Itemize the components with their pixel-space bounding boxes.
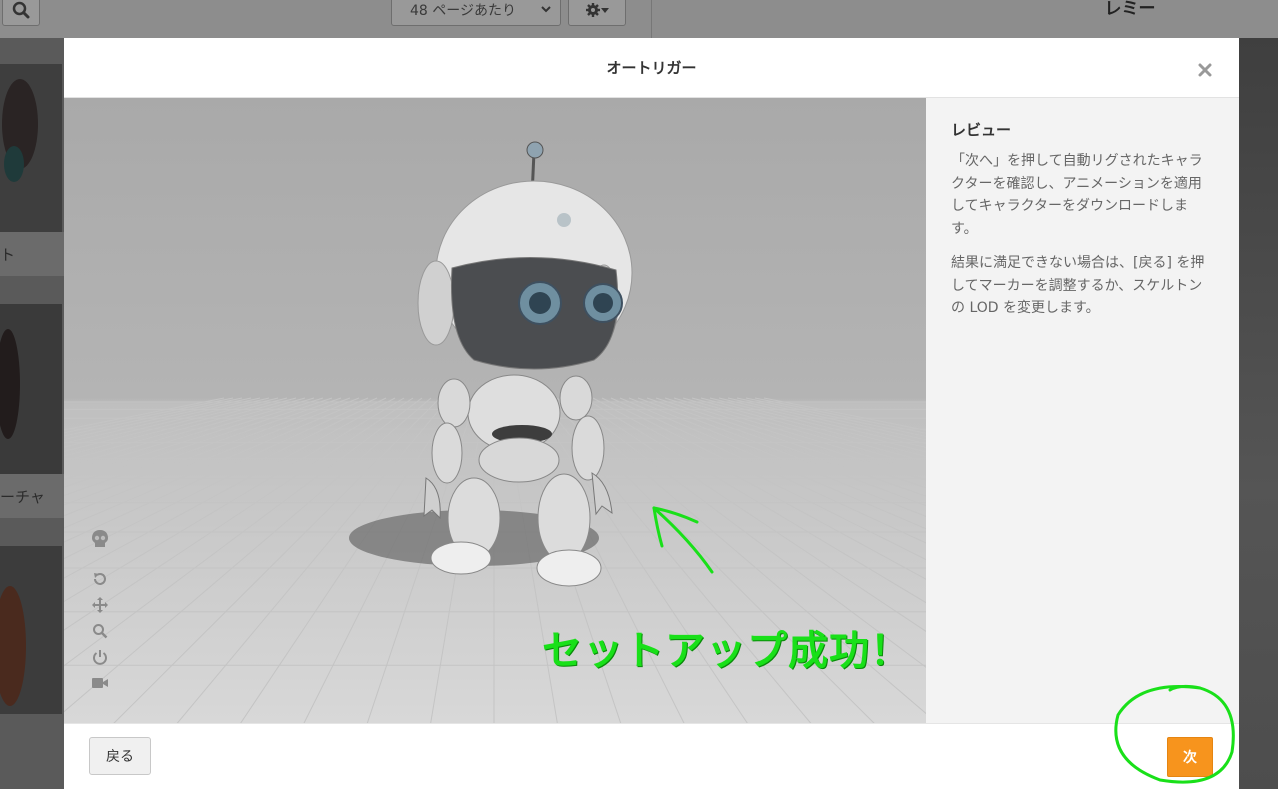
per-page-select[interactable]: 48 ページあたり	[391, 0, 561, 26]
background-toolbar: 48 ページあたり レミー	[0, 0, 1278, 38]
settings-dropdown-button[interactable]	[568, 0, 626, 26]
skull-icon	[92, 530, 108, 547]
pan-icon	[92, 597, 108, 613]
reset-view-button[interactable]	[90, 569, 110, 589]
review-help-text: 結果に満足できない場合は、[戻る] を押してマーカーを調整するか、スケルトンの …	[951, 255, 1205, 316]
search-icon	[12, 1, 30, 19]
character-name: レミー	[1104, 0, 1156, 19]
review-panel: レビュー 「次へ」を押して自動リグされたキャラクターを確認し、アニメーションを適…	[926, 98, 1239, 723]
3d-viewport[interactable]: セットアップ成功！	[64, 98, 926, 723]
character-list: ト ーチャ	[0, 38, 64, 789]
search-button[interactable]	[2, 0, 40, 26]
auto-rigger-dialog: オートリガー セットアップ成功！ レビュー 「次へ」を押して自動リグされたキャラ…	[64, 38, 1239, 789]
toolbar-divider	[651, 0, 652, 38]
back-button[interactable]: 戻る	[89, 737, 151, 775]
skeleton-toggle-button[interactable]	[90, 529, 110, 549]
zoom-icon	[93, 624, 108, 639]
pan-button[interactable]	[90, 595, 110, 615]
character-thumbnail[interactable]	[0, 304, 62, 474]
camera-button[interactable]	[90, 673, 110, 693]
gear-icon	[586, 3, 600, 17]
character-thumbnail-image	[0, 304, 62, 474]
character-label: ーチャ	[0, 474, 64, 518]
next-button[interactable]: 次	[1167, 737, 1213, 777]
setup-success-annotation: セットアップ成功！	[542, 628, 911, 674]
character-label: ト	[0, 232, 64, 276]
close-icon	[1198, 63, 1212, 77]
zoom-button[interactable]	[90, 621, 110, 641]
dialog-title: オートリガー	[606, 59, 697, 77]
caret-down-icon	[601, 8, 609, 13]
power-icon	[93, 650, 107, 665]
character-thumbnail-image	[0, 64, 62, 232]
character-thumbnail[interactable]	[0, 64, 62, 232]
chevron-down-icon	[541, 6, 551, 13]
reset-rotate-icon	[94, 573, 106, 585]
dialog-header: オートリガー	[64, 38, 1239, 98]
review-title: レビュー	[951, 121, 1012, 139]
dialog-footer: 戻る 次	[64, 723, 1239, 789]
camera-icon	[92, 678, 108, 688]
close-button[interactable]	[1193, 58, 1217, 82]
character-thumbnail-image	[0, 546, 62, 714]
preview-edge	[1239, 38, 1278, 789]
per-page-label: 48 ページあたり	[410, 3, 516, 19]
review-instructions: 「次へ」を押して自動リグされたキャラクターを確認し、アニメーションを適用してキャ…	[951, 153, 1203, 237]
power-button[interactable]	[90, 647, 110, 667]
character-thumbnail[interactable]	[0, 546, 62, 714]
